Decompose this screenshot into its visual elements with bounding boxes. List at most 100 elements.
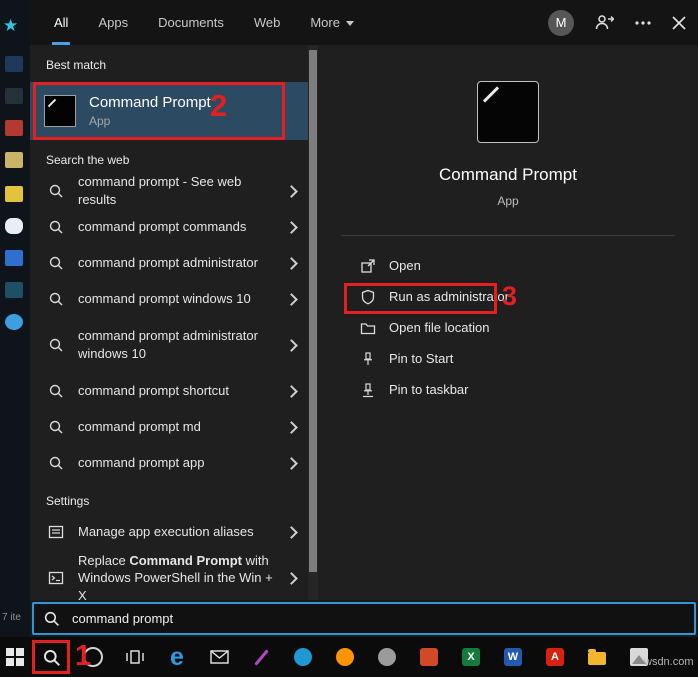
chevron-right-icon[interactable] [285,420,298,434]
tab-apps[interactable]: Apps [96,0,130,45]
action-pin-to-taskbar[interactable]: Pin to taskbar [360,374,698,405]
preview-pane: Command Prompt App Open Run as administr… [318,45,698,600]
action-open[interactable]: Open [360,250,698,281]
web-suggestion-label: command prompt administrator [78,255,258,271]
action-run-as-administrator[interactable]: Run as administrator [360,281,698,312]
tab-web[interactable]: Web [252,0,283,45]
taskbar-search-button[interactable] [30,637,72,677]
sign-in-options-icon[interactable] [594,14,614,32]
action-pin-to-taskbar-label: Pin to taskbar [389,382,469,397]
web-suggestion[interactable]: command prompt administrator [30,245,308,281]
desktop-background: ★ 7 ite [0,0,30,637]
best-match-title: Command Prompt [89,94,211,111]
search-icon [44,611,59,626]
watermark: wsdn.com [644,656,694,668]
taskbar-folder-button[interactable] [576,637,618,677]
web-suggestion[interactable]: command prompt administrator windows 10 [30,317,308,373]
context-actions: Open Run as administrator Open file loca… [318,250,698,405]
search-icon [49,184,63,198]
tab-more[interactable]: More [308,0,356,45]
command-prompt-large-icon [477,81,539,143]
firefox-icon [336,648,354,666]
tab-all-label: All [54,15,69,30]
taskbar-taskview-button[interactable] [114,637,156,677]
chevron-right-icon[interactable] [285,220,298,234]
chevron-right-icon[interactable] [285,256,298,270]
topbar-actions: M [548,0,686,45]
taskbar-excel-button[interactable]: X [450,637,492,677]
avatar[interactable]: M [548,9,574,36]
web-suggestion-label: command prompt shortcut [78,383,230,399]
chevron-right-icon[interactable] [285,184,298,198]
excel-icon: X [462,648,480,666]
results-scrollbar[interactable] [308,45,318,600]
web-suggestion[interactable]: command prompt app [30,445,308,481]
command-prompt-icon [44,95,76,127]
web-suggestion-label: command prompt commands [78,219,247,235]
taskbar-acrobat-button[interactable]: A [534,637,576,677]
edge-icon: e [170,642,184,671]
taskbar-cortana-button[interactable] [72,637,114,677]
taskbar-app-orange-button[interactable] [408,637,450,677]
preview-divider [340,235,676,236]
action-pin-to-start[interactable]: Pin to Start [360,343,698,374]
search-icon [49,420,63,434]
taskbar-word-button[interactable]: W [492,637,534,677]
action-run-as-administrator-label: Run as administrator [389,289,509,304]
taskbar-firefox-button[interactable] [324,637,366,677]
web-suggestion[interactable]: command prompt shortcut [30,373,308,409]
taskbar-mail-button[interactable] [198,637,240,677]
action-open-file-location[interactable]: Open file location [360,312,698,343]
search-icon [49,256,63,270]
chevron-right-icon[interactable] [285,338,298,352]
best-match-result[interactable]: Command Prompt App [30,82,308,140]
chevron-right-icon[interactable] [285,456,298,470]
app-aliases-icon [48,525,64,539]
word-icon: W [504,648,522,666]
search-box[interactable] [32,602,696,635]
close-icon[interactable] [672,15,686,30]
taskbar: e X W A [0,637,698,677]
search-results-body: Best match Command Prompt App Search the… [30,45,698,600]
desktop-icon [5,152,23,168]
tab-apps-label: Apps [98,15,129,30]
preview-app-title: Command Prompt [439,165,577,184]
best-match-header: Best match [46,58,107,72]
tab-all[interactable]: All [52,0,71,45]
search-tabs-bar: All Apps Documents Web More M [30,0,698,45]
web-suggestion[interactable]: command prompt md [30,409,308,445]
settings-result[interactable]: Manage app execution aliases [30,514,308,550]
web-suggestion[interactable]: command prompt - See web results [30,173,308,209]
search-icon [49,338,63,352]
taskbar-app-gray-button[interactable] [366,637,408,677]
desktop-star-icon: ★ [3,16,19,35]
settings-result[interactable]: Replace Command Prompt with Windows Powe… [30,550,308,600]
action-open-label: Open [389,258,421,273]
web-suggestion[interactable]: command prompt commands [30,209,308,245]
desktop-icon [5,56,23,72]
taskbar-edge-button[interactable]: e [156,637,198,677]
search-input[interactable] [70,610,685,627]
search-icon [49,220,63,234]
web-suggestion[interactable]: command prompt windows 10 [30,281,308,317]
chevron-right-icon[interactable] [285,384,298,398]
taskbar-start-button[interactable] [0,637,30,677]
desktop-globe-icon [5,314,23,330]
chevron-right-icon[interactable] [285,571,298,585]
chevron-right-icon[interactable] [285,525,298,539]
best-match-subtitle: App [89,114,111,128]
windows-logo-icon [6,648,24,666]
tab-documents[interactable]: Documents [156,0,226,45]
run-as-admin-shield-icon [361,289,375,305]
web-suggestion-label: command prompt windows 10 [78,291,251,307]
scrollbar-thumb[interactable] [309,50,317,572]
desktop-icon [5,120,23,136]
task-view-icon [126,650,144,664]
cortana-icon [83,647,103,667]
ellipsis-icon[interactable] [634,20,652,26]
taskbar-app-blue-button[interactable] [282,637,324,677]
tabs: All Apps Documents Web More [52,0,356,45]
taskbar-ink-button[interactable] [240,637,282,677]
chevron-right-icon[interactable] [285,292,298,306]
pin-icon [364,351,372,365]
